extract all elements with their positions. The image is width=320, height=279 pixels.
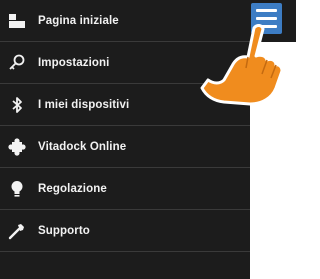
menu-item-adjustment[interactable]: Regolazione <box>0 168 250 210</box>
bluetooth-icon <box>6 94 28 116</box>
menu-item-label: Supporto <box>38 224 90 237</box>
puzzle-icon <box>6 136 28 158</box>
settings-key-icon <box>6 52 28 74</box>
pointing-hand-icon <box>200 24 284 106</box>
lightbulb-icon <box>6 178 28 200</box>
menu-item-vitadock-online[interactable]: Vitadock Online <box>0 126 250 168</box>
menu-item-label: Vitadock Online <box>38 140 127 153</box>
menu-item-label: Impostazioni <box>38 56 110 69</box>
wrench-icon <box>6 220 28 242</box>
menu-item-label: I miei dispositivi <box>38 98 130 111</box>
home-icon <box>6 10 28 32</box>
menu-item-label: Regolazione <box>38 182 107 195</box>
menu-item-support[interactable]: Supporto <box>0 210 250 252</box>
menu-item-label: Pagina iniziale <box>38 14 119 27</box>
